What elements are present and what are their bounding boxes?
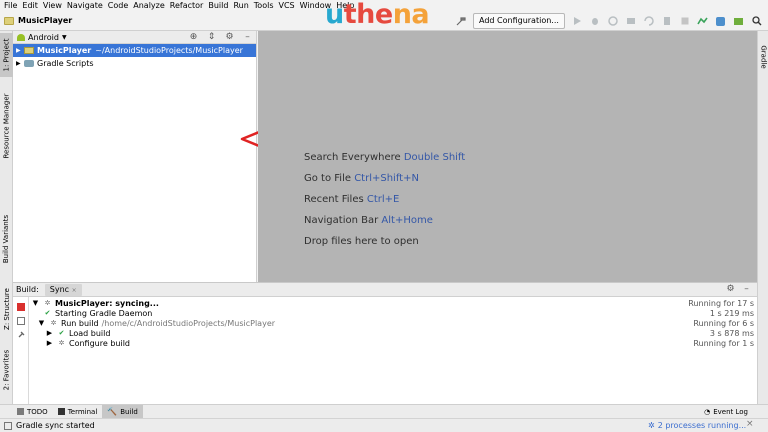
apply-changes-icon[interactable] [643, 15, 655, 27]
expand-arrow-icon[interactable]: ▶ [45, 329, 54, 337]
build-row[interactable]: ▼ ✲ MusicPlayer: syncing... Running for … [31, 298, 754, 308]
menu-tools[interactable]: Tools [254, 0, 274, 11]
spinner-icon: ✲ [50, 319, 57, 327]
project-view-label[interactable]: Android [28, 33, 59, 42]
menu-analyze[interactable]: Analyze [133, 0, 165, 11]
expand-arrow-icon[interactable]: ▶ [45, 339, 54, 347]
debug-icon[interactable] [589, 15, 601, 27]
hint-search-everywhere: Search Everywhere Double Shift [304, 152, 466, 163]
tree-item-gradle-scripts[interactable]: ▶ Gradle Scripts [13, 57, 256, 70]
tab-build[interactable]: 🔨 Build [102, 405, 143, 418]
device-manager-icon[interactable] [715, 15, 727, 27]
event-log-icon: ◔ [704, 408, 711, 416]
sdk-manager-icon[interactable] [733, 15, 745, 27]
minimize-icon[interactable]: – [742, 285, 751, 294]
status-window-icon[interactable] [4, 421, 12, 430]
tab-todo[interactable]: TODO [12, 405, 53, 418]
collapse-arrow-icon[interactable]: ▼ [37, 319, 46, 327]
menu-build[interactable]: Build [208, 0, 228, 11]
locate-icon[interactable]: ⊕ [189, 33, 198, 42]
main-toolbar: Add Configuration... [452, 13, 766, 29]
breadcrumb[interactable]: MusicPlayer [0, 16, 72, 25]
menu-edit[interactable]: Edit [22, 0, 38, 11]
hammer-icon[interactable] [455, 15, 467, 27]
tab-project[interactable]: 1: Project [0, 33, 13, 77]
hint-recent-files: Recent Files Ctrl+E [304, 194, 400, 205]
folder-icon [24, 47, 34, 54]
toggle-view-icon[interactable] [17, 317, 25, 325]
spinner-icon: ✲ [58, 339, 65, 347]
close-icon[interactable]: × [72, 287, 77, 294]
background-processes[interactable]: ✲ 2 processes running... [648, 421, 746, 430]
event-log-button[interactable]: ◔ Event Log [704, 408, 748, 416]
check-icon: ✔ [58, 329, 65, 337]
menu-code[interactable]: Code [108, 0, 128, 11]
gradle-icon [24, 60, 34, 67]
build-panel-header: Build: Sync × ⚙ – [13, 283, 757, 297]
check-icon: ✔ [44, 309, 51, 317]
build-tree: ▼ ✲ MusicPlayer: syncing... Running for … [31, 298, 754, 348]
minimize-icon[interactable]: – [243, 33, 252, 42]
expand-arrow-icon[interactable]: ▶ [16, 60, 24, 67]
editor-area[interactable]: Search Everywhere Double Shift Go to Fil… [258, 31, 757, 282]
right-tool-strip: Gradle [757, 31, 768, 404]
build-row[interactable]: ✔ Starting Gradle Daemon 1 s 219 ms [31, 308, 754, 318]
close-icon[interactable]: × [746, 419, 754, 429]
watermark-logo: uthena [325, 0, 430, 30]
hint-drop-files: Drop files here to open [304, 236, 419, 247]
tab-structure[interactable]: Z: Structure [0, 283, 13, 335]
attach-debugger-icon[interactable] [661, 15, 673, 27]
left-tool-strip: 1: Project Resource Manager Build Varian… [0, 31, 13, 404]
tab-terminal[interactable]: Terminal [53, 405, 103, 418]
profile-icon[interactable] [607, 15, 619, 27]
build-row[interactable]: ▶ ✔ Load build 3 s 878 ms [31, 328, 754, 338]
search-icon[interactable] [751, 15, 763, 27]
spinner-icon: ✲ [648, 421, 655, 430]
status-bar: Gradle sync started ✲ 2 processes runnin… [0, 418, 768, 432]
tab-resource-manager[interactable]: Resource Manager [0, 89, 13, 163]
tab-build-variants[interactable]: Build Variants [0, 211, 13, 267]
sync-gradle-icon[interactable] [697, 15, 709, 27]
build-row[interactable]: ▶ ✲ Configure build Running for 1 s [31, 338, 754, 348]
stop-build-icon[interactable] [17, 303, 25, 311]
menu-file[interactable]: File [4, 0, 17, 11]
menu-vcs[interactable]: VCS [279, 0, 295, 11]
build-panel: Build: Sync × ⚙ – ▼ ✲ MusicPlayer: synci… [13, 282, 757, 405]
android-icon [17, 33, 25, 41]
tree-item-musicplayer[interactable]: ▶ MusicPlayer ~/AndroidStudioProjects/Mu… [13, 44, 256, 57]
hammer-icon: 🔨 [107, 407, 118, 416]
build-row[interactable]: ▼ ✲ Run build /home/c/AndroidStudioProje… [31, 318, 754, 328]
project-view-selector[interactable]: Android ▼ ⊕ ⇕ ⚙ – [13, 31, 256, 44]
build-tools [13, 297, 29, 405]
stop-icon[interactable] [679, 15, 691, 27]
hint-navigation-bar: Navigation Bar Alt+Home [304, 215, 433, 226]
menu-navigate[interactable]: Navigate [67, 0, 103, 11]
breadcrumb-project[interactable]: MusicPlayer [18, 16, 72, 25]
gear-icon[interactable]: ⚙ [225, 33, 234, 42]
expand-arrow-icon[interactable]: ▶ [16, 47, 24, 54]
coverage-icon[interactable] [625, 15, 637, 27]
spinner-icon: ✲ [44, 299, 51, 307]
folder-icon [4, 16, 14, 25]
pin-icon[interactable] [17, 331, 25, 339]
build-panel-title: Build: [16, 285, 39, 294]
status-message: Gradle sync started [16, 421, 95, 430]
gear-icon[interactable]: ⚙ [726, 285, 735, 294]
menu-run[interactable]: Run [233, 0, 248, 11]
tab-gradle[interactable]: Gradle [758, 39, 768, 75]
chevron-down-icon[interactable]: ▼ [62, 34, 67, 41]
menu-view[interactable]: View [43, 0, 62, 11]
add-configuration-button[interactable]: Add Configuration... [473, 13, 565, 29]
bottom-tool-bar: TODO Terminal 🔨 Build ◔ Event Log [0, 404, 768, 418]
collapse-arrow-icon[interactable]: ▼ [31, 299, 40, 307]
todo-icon [17, 408, 24, 415]
hint-go-to-file: Go to File Ctrl+Shift+N [304, 173, 419, 184]
run-icon[interactable] [571, 15, 583, 27]
menu-refactor[interactable]: Refactor [170, 0, 204, 11]
terminal-icon [57, 408, 65, 415]
tab-favorites[interactable]: 2: Favorites [0, 345, 13, 395]
project-panel: Android ▼ ⊕ ⇕ ⚙ – ▶ MusicPlayer ~/Androi… [13, 31, 257, 282]
collapse-all-icon[interactable]: ⇕ [207, 33, 216, 42]
tab-sync[interactable]: Sync × [44, 283, 82, 296]
